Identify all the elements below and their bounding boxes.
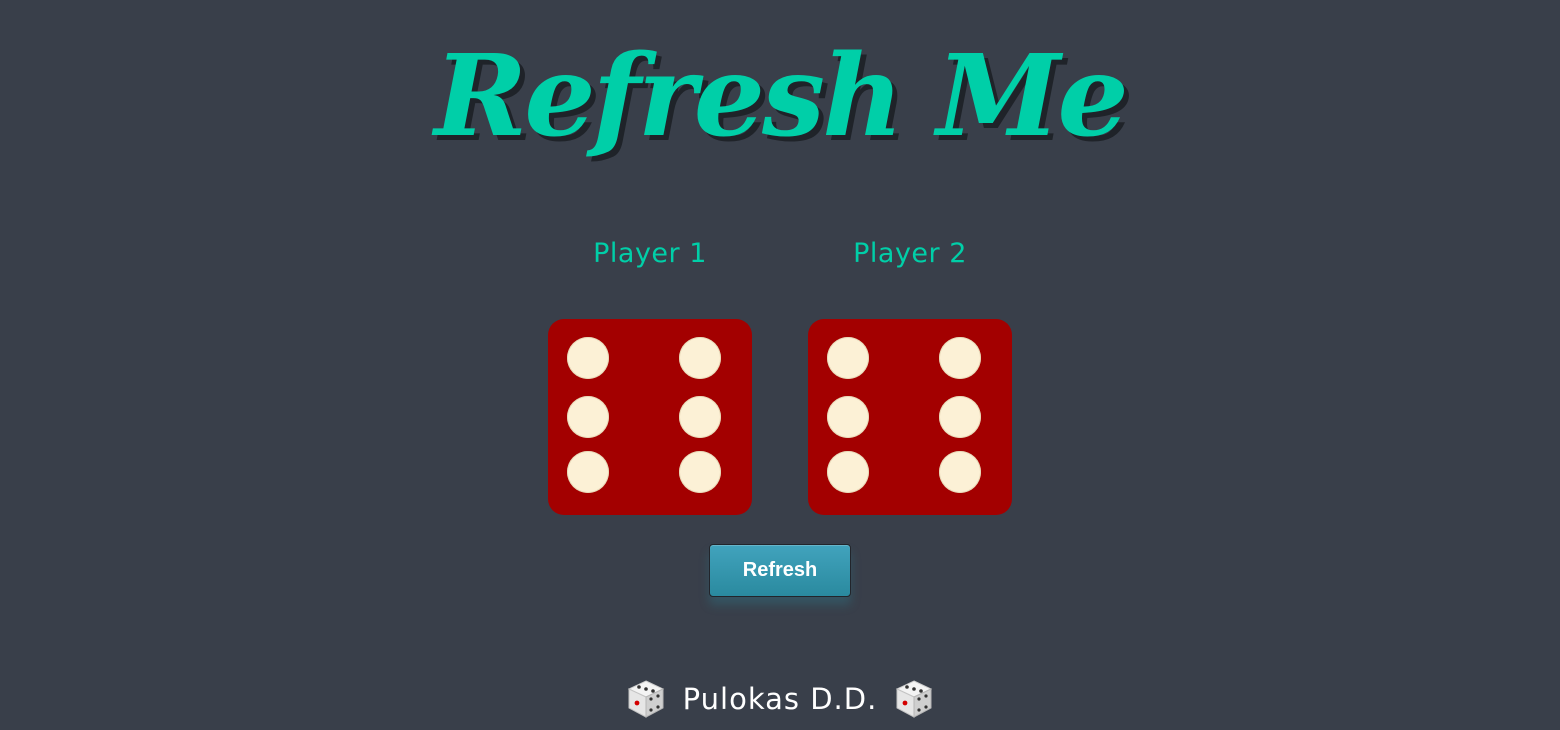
footer: Pulokas D.D. [0, 676, 1560, 722]
die-pip [566, 450, 609, 493]
die-pip [938, 450, 981, 493]
die-pip [678, 450, 721, 493]
die-pip [826, 396, 869, 438]
die-pip [566, 396, 609, 438]
footer-author: Pulokas D.D. [682, 682, 878, 716]
player-2-die [808, 319, 1012, 515]
die-pip [678, 337, 721, 380]
die-pip [938, 396, 981, 438]
die-pip [826, 450, 869, 493]
dice-icon [627, 680, 664, 718]
die-pip [826, 337, 869, 380]
dice-icon [896, 680, 933, 718]
refresh-button[interactable]: Refresh [709, 544, 851, 597]
player-1-label: Player 1 [593, 238, 707, 269]
player-1-die [548, 319, 752, 515]
die-pip [678, 396, 721, 438]
die-pip [566, 337, 609, 380]
die-pip [938, 337, 981, 380]
player-2-label: Player 2 [853, 238, 967, 269]
page-title: Refresh Me [434, 31, 1129, 162]
